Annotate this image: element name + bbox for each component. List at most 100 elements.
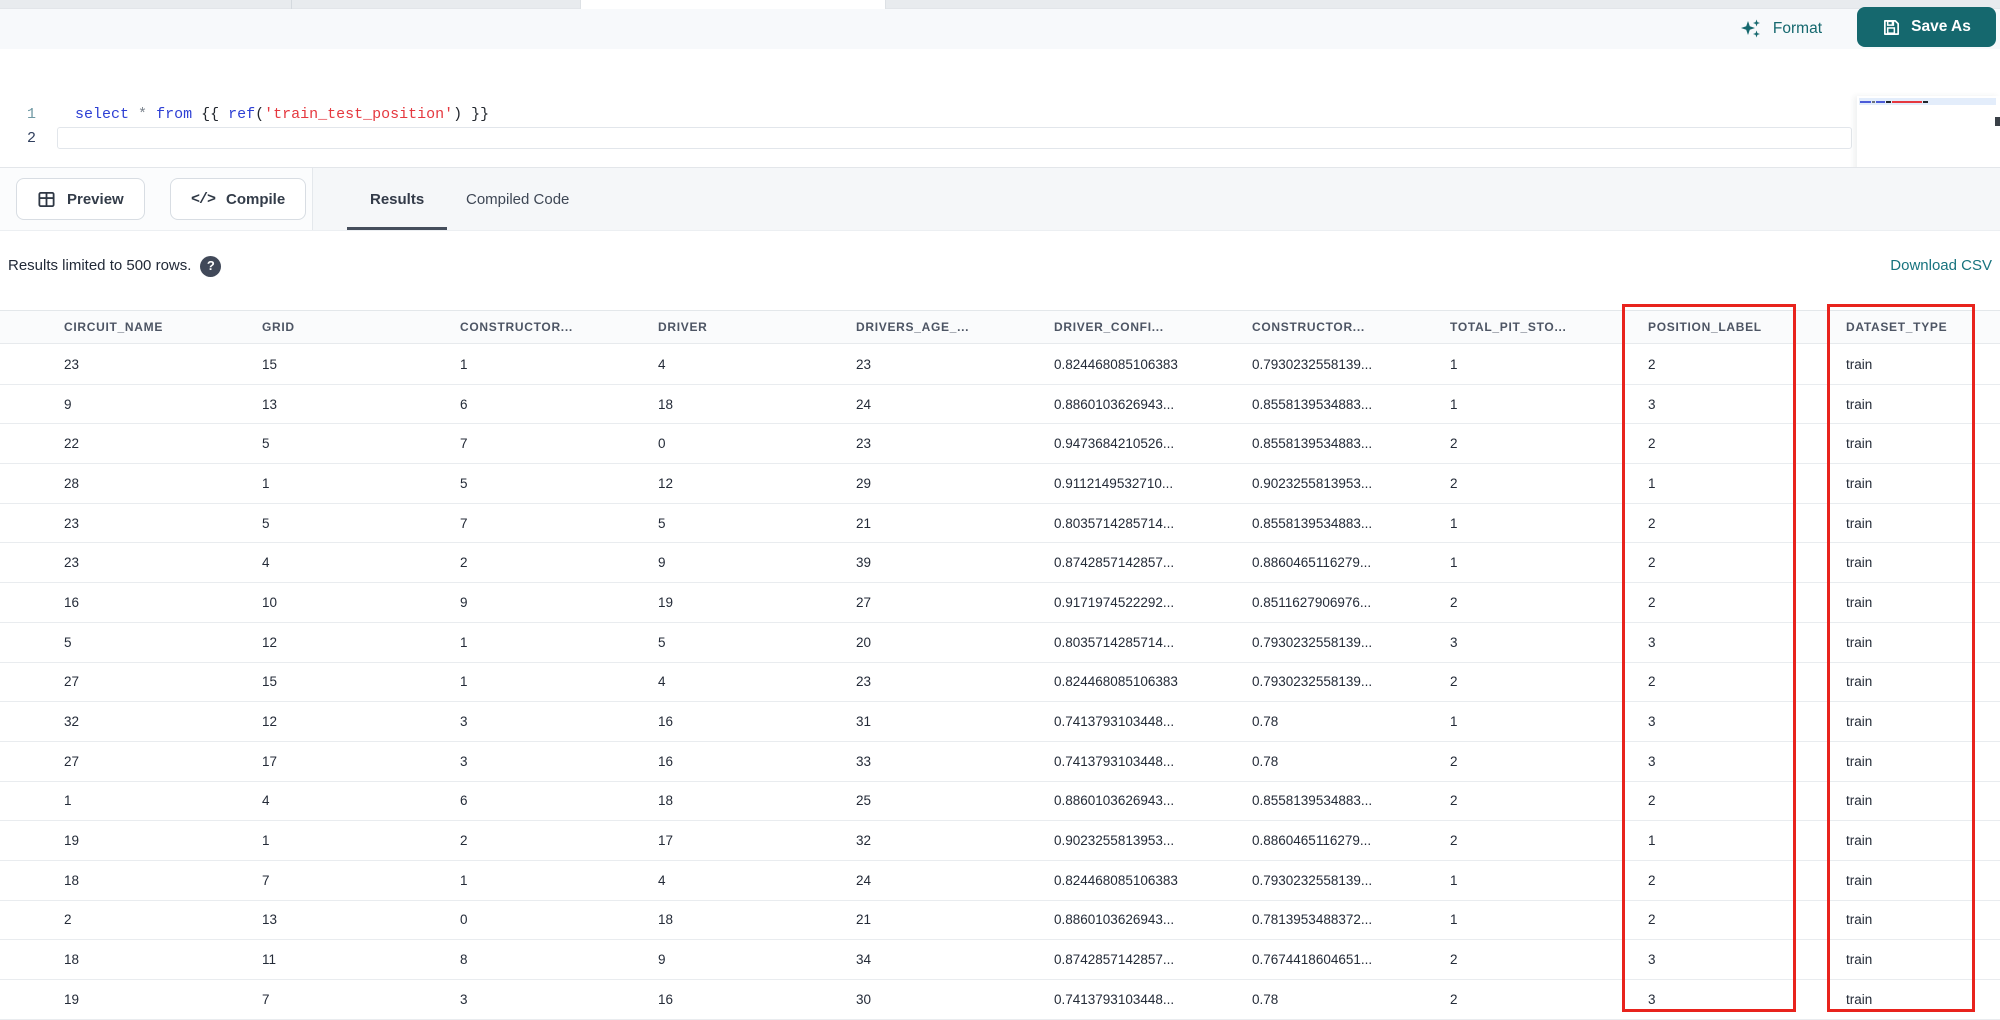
table-cell: 0 bbox=[658, 436, 666, 452]
table-cell: train bbox=[1846, 991, 1873, 1007]
current-line-highlight bbox=[57, 127, 1852, 149]
results-toolbar: Preview </> Compile Results Compiled Cod… bbox=[0, 168, 2000, 231]
table-cell: 11 bbox=[262, 952, 277, 968]
table-cell: 19 bbox=[64, 991, 80, 1007]
tab-compiled-code[interactable]: Compiled Code bbox=[466, 168, 569, 230]
active-file-tab[interactable] bbox=[580, 0, 886, 9]
table-cell: 29 bbox=[856, 475, 872, 491]
table-cell: 4 bbox=[262, 793, 270, 809]
table-cell: 2 bbox=[64, 912, 72, 928]
table-cell: 0.8511627906976... bbox=[1252, 594, 1372, 610]
table-row: 1 4 6 18 25 0.8860103626943... 0.8558139534883… bbox=[0, 782, 2000, 822]
save-as-button[interactable]: Save As bbox=[1857, 7, 1996, 47]
table-cell: 1 bbox=[1450, 872, 1458, 888]
table-cell: 0 bbox=[460, 912, 468, 928]
table-cell: train bbox=[1846, 555, 1873, 571]
table-cell: 13 bbox=[262, 396, 278, 412]
table-cell: train bbox=[1846, 396, 1873, 412]
table-cell: 3 bbox=[1450, 634, 1458, 650]
table-cell: 1 bbox=[1450, 714, 1458, 730]
table-cell: 23 bbox=[856, 436, 872, 452]
table-body: 23 15 1 4 23 0.824468085106383 0.7930232558139… bbox=[0, 345, 2000, 1020]
column-header-constructor: CONSTRUCTOR... bbox=[1252, 320, 1365, 334]
format-button[interactable]: Format bbox=[1739, 9, 1822, 49]
table-cell: 0.7930232558139... bbox=[1252, 872, 1373, 888]
column-header-drivers-age: DRIVERS_AGE_... bbox=[856, 320, 970, 334]
column-header-driver: DRIVER bbox=[658, 320, 708, 334]
table-row: 18 7 1 4 24 0.824468085106383 0.7930232558139.… bbox=[0, 861, 2000, 901]
download-csv-link[interactable]: Download CSV bbox=[1890, 252, 1992, 280]
table-cell: 4 bbox=[658, 356, 666, 372]
column-header-constructor: CONSTRUCTOR... bbox=[460, 320, 573, 334]
table-cell: 3 bbox=[460, 991, 468, 1007]
table-cell: 9 bbox=[64, 396, 72, 412]
table-cell: 3 bbox=[1648, 991, 1656, 1007]
help-icon[interactable]: ? bbox=[200, 255, 222, 277]
table-cell: 0.824468085106383 bbox=[1054, 872, 1178, 888]
table-cell: 2 bbox=[1648, 912, 1656, 928]
table-cell: 30 bbox=[856, 991, 872, 1007]
table-cell: 23 bbox=[64, 555, 80, 571]
code-token: {{ bbox=[192, 106, 229, 123]
table-cell: 2 bbox=[1450, 991, 1458, 1007]
table-cell: 17 bbox=[658, 833, 674, 849]
code-line-1[interactable]: select * from {{ ref('train_test_positio… bbox=[75, 103, 489, 127]
table-icon bbox=[37, 190, 56, 209]
table-row: 19 7 3 16 30 0.7413793103448... 0.78 2 3 train bbox=[0, 980, 2000, 1020]
table-cell: 7 bbox=[460, 436, 468, 452]
table-cell: 7 bbox=[262, 872, 270, 888]
table-cell: 2 bbox=[1648, 872, 1656, 888]
minimap-marker bbox=[1995, 117, 2000, 126]
table-cell: train bbox=[1846, 714, 1873, 730]
table-row: 23 5 7 5 21 0.8035714285714... 0.8558139534883… bbox=[0, 504, 2000, 544]
column-header-dataset-type: DATASET_TYPE bbox=[1846, 320, 1948, 334]
table-cell: train bbox=[1846, 872, 1873, 888]
table-cell: 0.78 bbox=[1252, 991, 1279, 1007]
table-cell: train bbox=[1846, 594, 1873, 610]
ide-window: Format Save As 1 2 select * from {{ ref(… bbox=[0, 0, 2000, 1020]
table-cell: 2 bbox=[1450, 674, 1458, 690]
minimap-token bbox=[1860, 100, 1871, 103]
code-token: ref bbox=[228, 106, 256, 123]
table-cell: 0.8558139534883... bbox=[1252, 515, 1373, 531]
tab-results[interactable]: Results bbox=[370, 168, 424, 230]
table-cell: train bbox=[1846, 515, 1873, 531]
table-cell: train bbox=[1846, 674, 1873, 690]
table-cell: 2 bbox=[1648, 356, 1656, 372]
minimap-code-line bbox=[1859, 98, 1996, 105]
table-cell: 8 bbox=[460, 952, 468, 968]
table-cell: 2 bbox=[1450, 793, 1458, 809]
table-cell: 0.7413793103448... bbox=[1054, 714, 1175, 730]
preview-button[interactable]: Preview bbox=[16, 178, 145, 220]
table-row: 27 17 3 16 33 0.7413793103448... 0.78 2 3 train bbox=[0, 742, 2000, 782]
table-cell: 5 bbox=[658, 515, 666, 531]
table-cell: 1 bbox=[1648, 833, 1656, 849]
table-cell: 33 bbox=[856, 753, 872, 769]
table-cell: 25 bbox=[856, 793, 872, 809]
table-cell: 0.8742857142857... bbox=[1054, 555, 1175, 571]
table-cell: 18 bbox=[64, 872, 80, 888]
table-row: 5 12 1 5 20 0.8035714285714... 0.7930232558139… bbox=[0, 623, 2000, 663]
table-cell: 23 bbox=[64, 515, 80, 531]
table-cell: 0.7930232558139... bbox=[1252, 674, 1373, 690]
results-meta-bar: Results limited to 500 rows. ? Download … bbox=[0, 231, 2000, 310]
table-cell: 1 bbox=[262, 833, 270, 849]
table-cell: 0.78 bbox=[1252, 753, 1279, 769]
table-cell: 0.8558139534883... bbox=[1252, 396, 1373, 412]
table-cell: 2 bbox=[1648, 555, 1656, 571]
table-cell: train bbox=[1846, 833, 1873, 849]
table-cell: 3 bbox=[1648, 714, 1656, 730]
table-cell: 15 bbox=[262, 356, 278, 372]
compile-button[interactable]: </> Compile bbox=[170, 178, 307, 220]
sql-editor[interactable]: 1 2 select * from {{ ref('train_test_pos… bbox=[0, 49, 2000, 216]
table-cell: 39 bbox=[856, 555, 872, 571]
table-cell: 1 bbox=[1450, 555, 1458, 571]
table-cell: 12 bbox=[262, 634, 278, 650]
table-cell: 0.8558139534883... bbox=[1252, 436, 1373, 452]
table-cell: train bbox=[1846, 912, 1873, 928]
table-row: 19 1 2 17 32 0.9023255813953... 0.886046511627… bbox=[0, 821, 2000, 861]
table-cell: 1 bbox=[1450, 356, 1458, 372]
table-cell: 0.8860465116279... bbox=[1252, 555, 1372, 571]
table-cell: train bbox=[1846, 952, 1873, 968]
table-cell: 18 bbox=[64, 952, 80, 968]
